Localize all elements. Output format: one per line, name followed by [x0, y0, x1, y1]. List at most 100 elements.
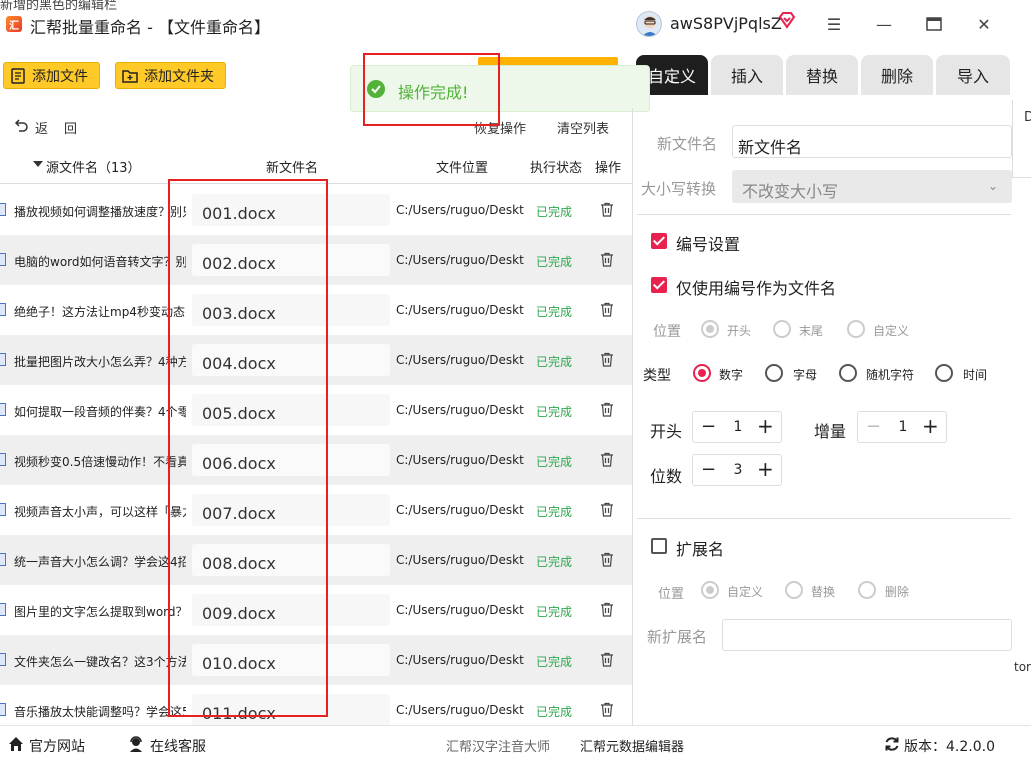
trash-icon[interactable]: [600, 452, 614, 467]
maximize-icon[interactable]: [922, 12, 946, 36]
ext-radio-custom[interactable]: [701, 581, 719, 599]
minimize-icon[interactable]: —: [872, 12, 896, 36]
section-divider: [637, 518, 1011, 519]
vip-diamond-icon[interactable]: [778, 11, 796, 29]
add-folder-button[interactable]: 添加文件夹: [115, 62, 226, 89]
ext-option-custom: 自定义: [727, 585, 764, 599]
increment-label: 增量: [814, 422, 847, 441]
tab-bar: 自定义 插入 替换 删除 导入: [636, 55, 1031, 95]
row-location: C:/Users/ruguo/Desktop: [396, 403, 524, 417]
row-source-name: 音乐播放太快能调整吗？学会这5: [14, 705, 186, 719]
row-status: 已完成: [536, 205, 573, 219]
row-source-name: 播放视频如何调整播放速度？别只: [14, 205, 186, 219]
trash-icon[interactable]: [600, 552, 614, 567]
add-file-button[interactable]: 添加文件: [3, 62, 100, 89]
trash-icon[interactable]: [600, 352, 614, 367]
refresh-icon[interactable]: [884, 736, 900, 752]
row-source-name: 如何提取一段音频的伴奏？4个零: [14, 405, 186, 419]
row-source-name: 绝绝子！这方法让mp4秒变动态！: [14, 305, 186, 319]
row-source-name: 文件夹怎么一键改名？这3个方法: [14, 655, 186, 669]
row-status: 已完成: [536, 705, 573, 719]
new-name-input[interactable]: 新文件名: [732, 125, 1012, 158]
row-status: 已完成: [536, 555, 573, 569]
col-new-name: 新文件名: [266, 161, 319, 176]
numbering-checkbox[interactable]: [651, 233, 667, 249]
row-location: C:/Users/ruguo/Desktop: [396, 603, 524, 617]
start-value: 1: [733, 419, 743, 435]
numbering-only-checkbox[interactable]: [651, 277, 667, 293]
row-source-name: 图片里的文字怎么提取到word？: [14, 605, 186, 619]
type-radio-time[interactable]: [935, 364, 953, 382]
extension-checkbox[interactable]: [651, 538, 667, 554]
row-status: 已完成: [536, 305, 573, 319]
numbering-only-label: 仅使用编号作为文件名: [676, 279, 837, 298]
close-icon[interactable]: ✕: [972, 12, 996, 36]
official-website-link[interactable]: 官方网站: [29, 736, 85, 756]
annotation-box-new-names: [168, 179, 328, 717]
trash-icon[interactable]: [600, 652, 614, 667]
add-folder-label: 添加文件夹: [144, 68, 214, 85]
type-radio-random[interactable]: [839, 364, 857, 382]
tab-import[interactable]: 导入: [936, 55, 1010, 95]
online-support-link[interactable]: 在线客服: [150, 736, 206, 756]
position-radio-start[interactable]: [701, 320, 719, 338]
doc-file-icon: [0, 503, 6, 516]
position-option-custom: 自定义: [873, 324, 910, 338]
trash-icon[interactable]: [600, 602, 614, 617]
clear-list-button[interactable]: 清空列表: [557, 118, 609, 137]
doc-file-icon: [0, 403, 6, 416]
col-source-name[interactable]: 源文件名（13）: [46, 157, 141, 176]
menu-icon[interactable]: ☰: [822, 12, 846, 36]
folder-icon: [122, 68, 138, 84]
trash-icon[interactable]: [600, 702, 614, 717]
doc-file-icon: [0, 303, 6, 316]
col-status: 执行状态: [530, 161, 583, 176]
row-location: C:/Users/ruguo/Desktop: [396, 253, 524, 267]
plus-icon[interactable]: +: [757, 457, 774, 481]
row-status: 已完成: [536, 655, 573, 669]
new-ext-label: 新扩展名: [647, 628, 708, 646]
row-source-name: 电脑的word如何语音转文字？别: [14, 255, 186, 269]
new-extension-input[interactable]: [722, 619, 1012, 651]
sort-caret-icon[interactable]: [33, 161, 43, 167]
increment-stepper[interactable]: − 1 +: [857, 411, 947, 443]
new-name-label: 新文件名: [657, 135, 718, 153]
digits-stepper[interactable]: − 3 +: [692, 454, 782, 486]
plus-icon[interactable]: +: [922, 414, 939, 438]
trash-icon[interactable]: [600, 202, 614, 217]
minus-icon[interactable]: −: [701, 416, 716, 437]
start-stepper[interactable]: − 1 +: [692, 411, 782, 443]
section-divider: [637, 214, 1011, 215]
username[interactable]: awS8PVjPqlsZ: [670, 14, 782, 33]
undo-icon[interactable]: [13, 117, 29, 133]
trash-icon[interactable]: [600, 252, 614, 267]
row-location: C:/Users/ruguo/Desktop: [396, 653, 524, 667]
position-radio-end[interactable]: [773, 320, 791, 338]
minus-icon[interactable]: −: [866, 416, 881, 437]
ext-radio-replace[interactable]: [785, 581, 803, 599]
chevron-down-icon[interactable]: ⌄: [988, 179, 998, 193]
annotation-box-toast: [363, 53, 500, 126]
tab-delete[interactable]: 删除: [861, 55, 933, 95]
position-radio-custom[interactable]: [847, 320, 865, 338]
plus-icon[interactable]: +: [757, 414, 774, 438]
pinyin-app-link[interactable]: 汇帮汉字注音大师: [446, 736, 550, 755]
type-radio-number[interactable]: [693, 364, 711, 382]
ext-radio-delete[interactable]: [858, 581, 876, 599]
rename-settings-panel: 新文件名 新文件名 大小写转换 不改变大小写 ⌄ 编号设置 仅使用编号作为文件名…: [633, 108, 1031, 725]
case-select[interactable]: 不改变大小写: [732, 170, 1012, 203]
minus-icon[interactable]: −: [701, 459, 716, 480]
metadata-app-link[interactable]: 汇帮元数据编辑器: [580, 736, 684, 755]
tab-insert[interactable]: 插入: [711, 55, 783, 95]
ext-position-label: 位置: [658, 587, 685, 602]
trash-icon[interactable]: [600, 502, 614, 517]
type-radio-letter[interactable]: [765, 364, 783, 382]
tab-replace[interactable]: 替换: [786, 55, 858, 95]
back-button[interactable]: 返: [35, 118, 48, 137]
back-button-text[interactable]: 回: [64, 118, 77, 137]
trash-icon[interactable]: [600, 302, 614, 317]
avatar[interactable]: [636, 11, 662, 37]
ext-option-delete: 删除: [885, 585, 910, 599]
row-source-name: 视频声音太小声，可以这样「暴力: [14, 505, 186, 519]
trash-icon[interactable]: [600, 402, 614, 417]
